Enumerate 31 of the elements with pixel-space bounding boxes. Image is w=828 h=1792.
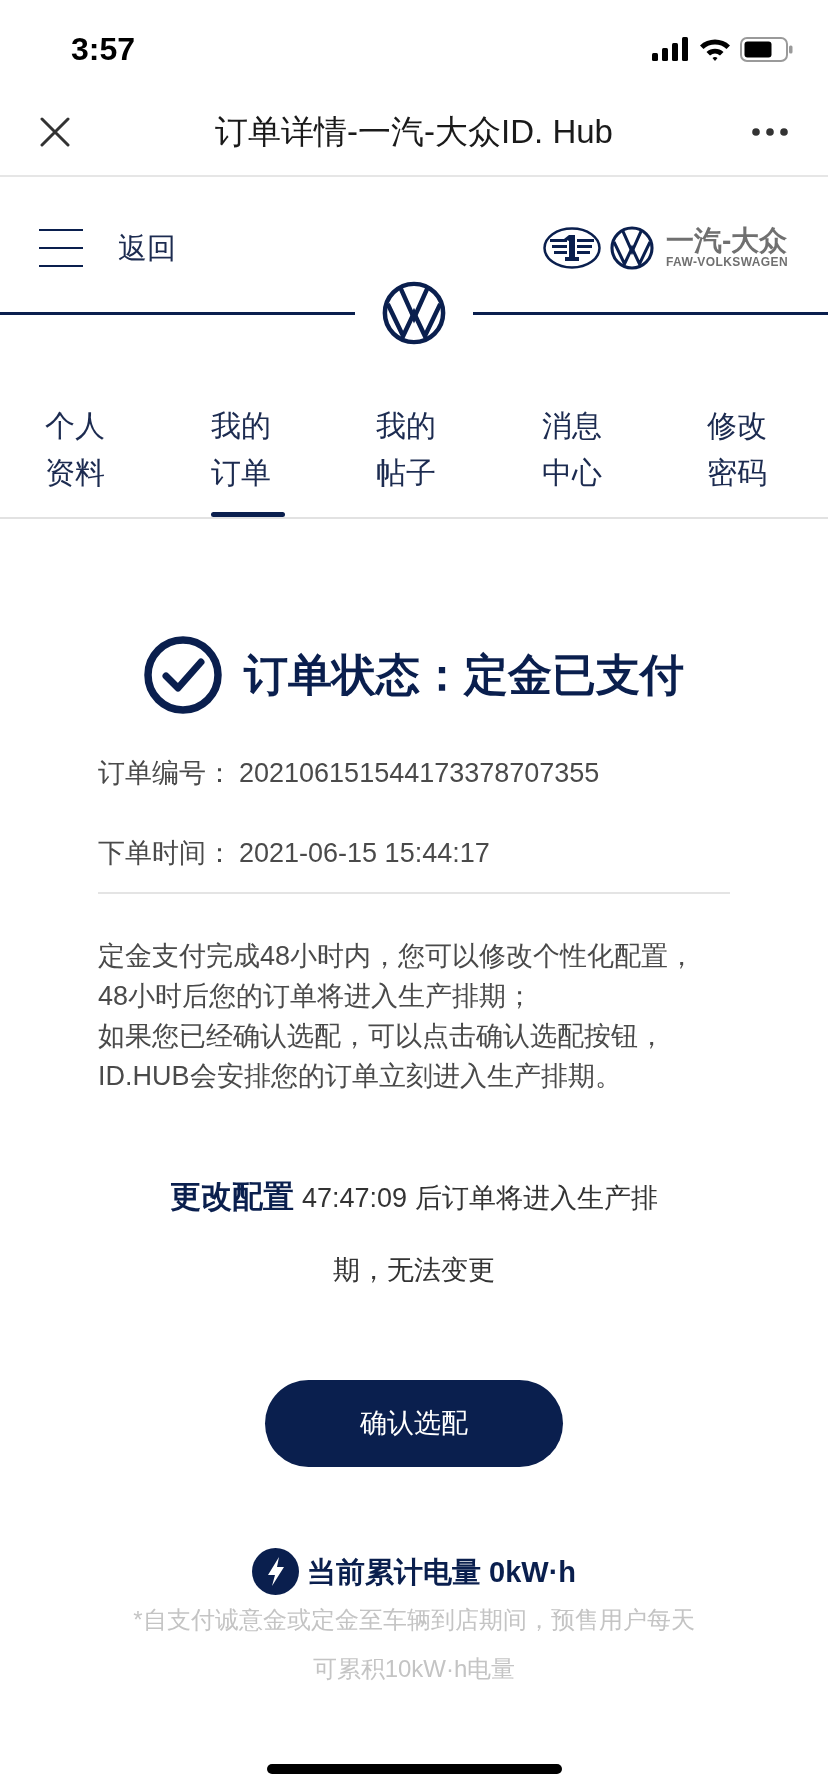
order-notice: 定金支付完成48小时内，您可以修改个性化配置， 48小时后您的订单将进入生产排期； 如果您已经确认选配，可以点击确认选配按钮， ID.HUB会安排您的订单立刻进入生产排期。: [98, 940, 697, 1093]
lightning-icon: [251, 1548, 299, 1595]
field-label: 下单时间：: [98, 837, 233, 870]
energy-note: *自支付诚意金或定金至车辆到店期间，预售用户每天可累积10kW·h电量: [132, 1605, 696, 1684]
field-value: 2021-06-15 15:44:17: [239, 837, 490, 870]
brand-subtitle: FAW-VOLKSWAGEN: [665, 255, 788, 269]
brand-name: 一汽-大众: [665, 227, 788, 255]
page-title: 订单详情-一汽-大众ID. Hub: [215, 111, 613, 152]
back-link[interactable]: 返回: [118, 228, 176, 268]
vw-logo-icon: [609, 226, 654, 270]
tab[interactable]: 消息中心: [541, 402, 616, 517]
tab[interactable]: 我的帖子: [376, 402, 451, 517]
more-icon[interactable]: [752, 127, 788, 136]
field-label: 订单编号：: [98, 757, 233, 790]
vw-logo-icon: [382, 281, 446, 345]
signal-icon: [652, 37, 690, 61]
status-time: 3:57: [71, 33, 136, 65]
menu-icon[interactable]: [39, 229, 83, 267]
order-status-title: 订单状态：定金已支付: [244, 649, 684, 701]
countdown-notice: 更改配置 47:47:09 后订单将进入生产排期，无法变更: [169, 1178, 659, 1287]
field-value: 202106151544173378707355: [239, 757, 600, 790]
energy-total: 当前累计电量 0kW·h: [306, 1554, 577, 1590]
wifi-icon: [699, 37, 731, 61]
faw-badge-icon: [542, 227, 601, 269]
battery-icon: [740, 36, 793, 62]
close-icon[interactable]: [40, 116, 70, 147]
tab[interactable]: 修改密码: [707, 402, 782, 517]
tab[interactable]: 个人资料: [45, 402, 119, 517]
confirm-selection-button[interactable]: 确认选配: [265, 1380, 563, 1467]
tab[interactable]: 我的订单: [210, 402, 285, 517]
check-circle-icon: [144, 636, 222, 714]
